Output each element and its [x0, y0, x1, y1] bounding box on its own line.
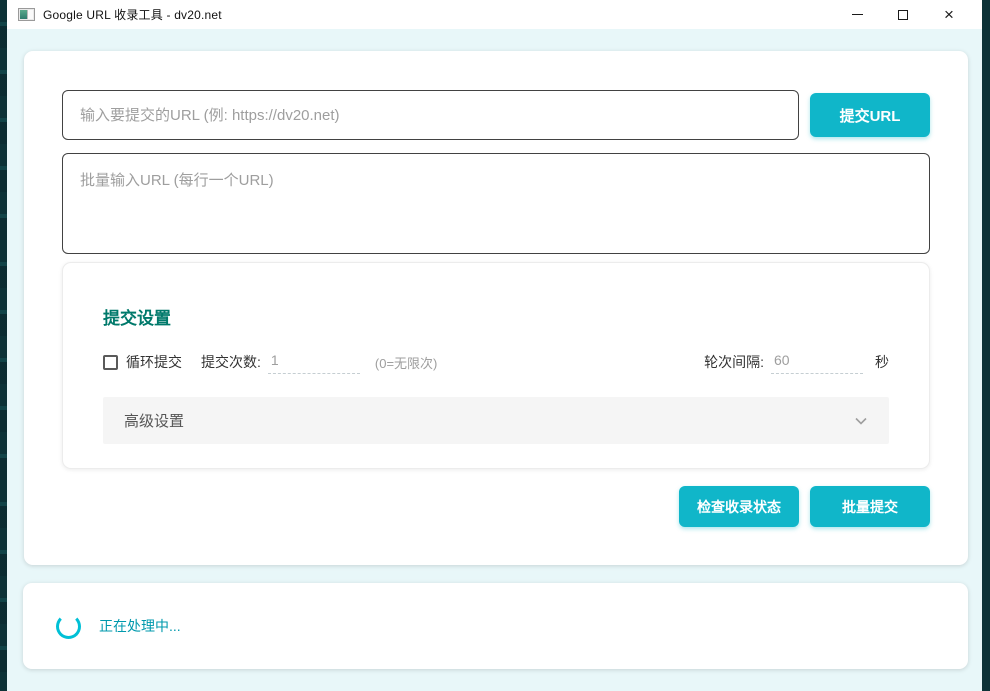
submit-url-button[interactable]: 提交URL [810, 93, 930, 137]
submit-count-label: 提交次数: [201, 352, 261, 372]
submit-count-hint: (0=无限次) [375, 353, 437, 372]
app-window-icon [18, 8, 35, 21]
app-body: 提交URL 提交设置 循环提交 提交次数: (0=无限次) 轮次间隔: 秒 [7, 29, 982, 691]
interval-input[interactable] [771, 350, 863, 374]
check-index-status-button[interactable]: 检查收录状态 [679, 486, 799, 527]
batch-submit-button[interactable]: 批量提交 [810, 486, 930, 527]
single-url-row: 提交URL [62, 90, 930, 140]
desktop-background: Google URL 收录工具 - dv20.net × 提交URL 提交设置 [0, 0, 990, 691]
maximize-icon [898, 10, 908, 20]
actions-row: 检查收录状态 批量提交 [62, 486, 930, 527]
submit-count-input[interactable] [268, 350, 360, 374]
maximize-button[interactable] [880, 0, 926, 29]
settings-heading: 提交设置 [103, 304, 889, 329]
interval-label: 轮次间隔: [704, 352, 764, 372]
window-title: Google URL 收录工具 - dv20.net [43, 6, 222, 23]
chevron-down-icon [854, 414, 868, 428]
advanced-settings-label: 高级设置 [124, 410, 184, 431]
batch-url-textarea[interactable] [62, 153, 930, 254]
interval-unit-label: 秒 [875, 352, 889, 372]
advanced-settings-toggle[interactable]: 高级设置 [103, 397, 889, 444]
main-panel: 提交URL 提交设置 循环提交 提交次数: (0=无限次) 轮次间隔: 秒 [24, 51, 968, 565]
submit-settings-panel: 提交设置 循环提交 提交次数: (0=无限次) 轮次间隔: 秒 高级设置 [62, 262, 930, 469]
app-window: Google URL 收录工具 - dv20.net × 提交URL 提交设置 [7, 0, 982, 691]
loading-spinner-icon [56, 614, 81, 639]
loop-submit-checkbox[interactable] [103, 355, 118, 370]
loop-submit-label: 循环提交 [126, 352, 182, 372]
url-input[interactable] [62, 90, 799, 140]
minimize-icon [852, 14, 863, 15]
close-button[interactable]: × [926, 0, 972, 29]
processing-status-text: 正在处理中... [99, 616, 181, 636]
window-controls: × [834, 0, 972, 29]
minimize-button[interactable] [834, 0, 880, 29]
status-panel: 正在处理中... [23, 583, 968, 669]
title-bar: Google URL 收录工具 - dv20.net × [7, 0, 982, 29]
close-icon: × [944, 6, 954, 23]
settings-controls-row: 循环提交 提交次数: (0=无限次) 轮次间隔: 秒 [103, 350, 889, 374]
